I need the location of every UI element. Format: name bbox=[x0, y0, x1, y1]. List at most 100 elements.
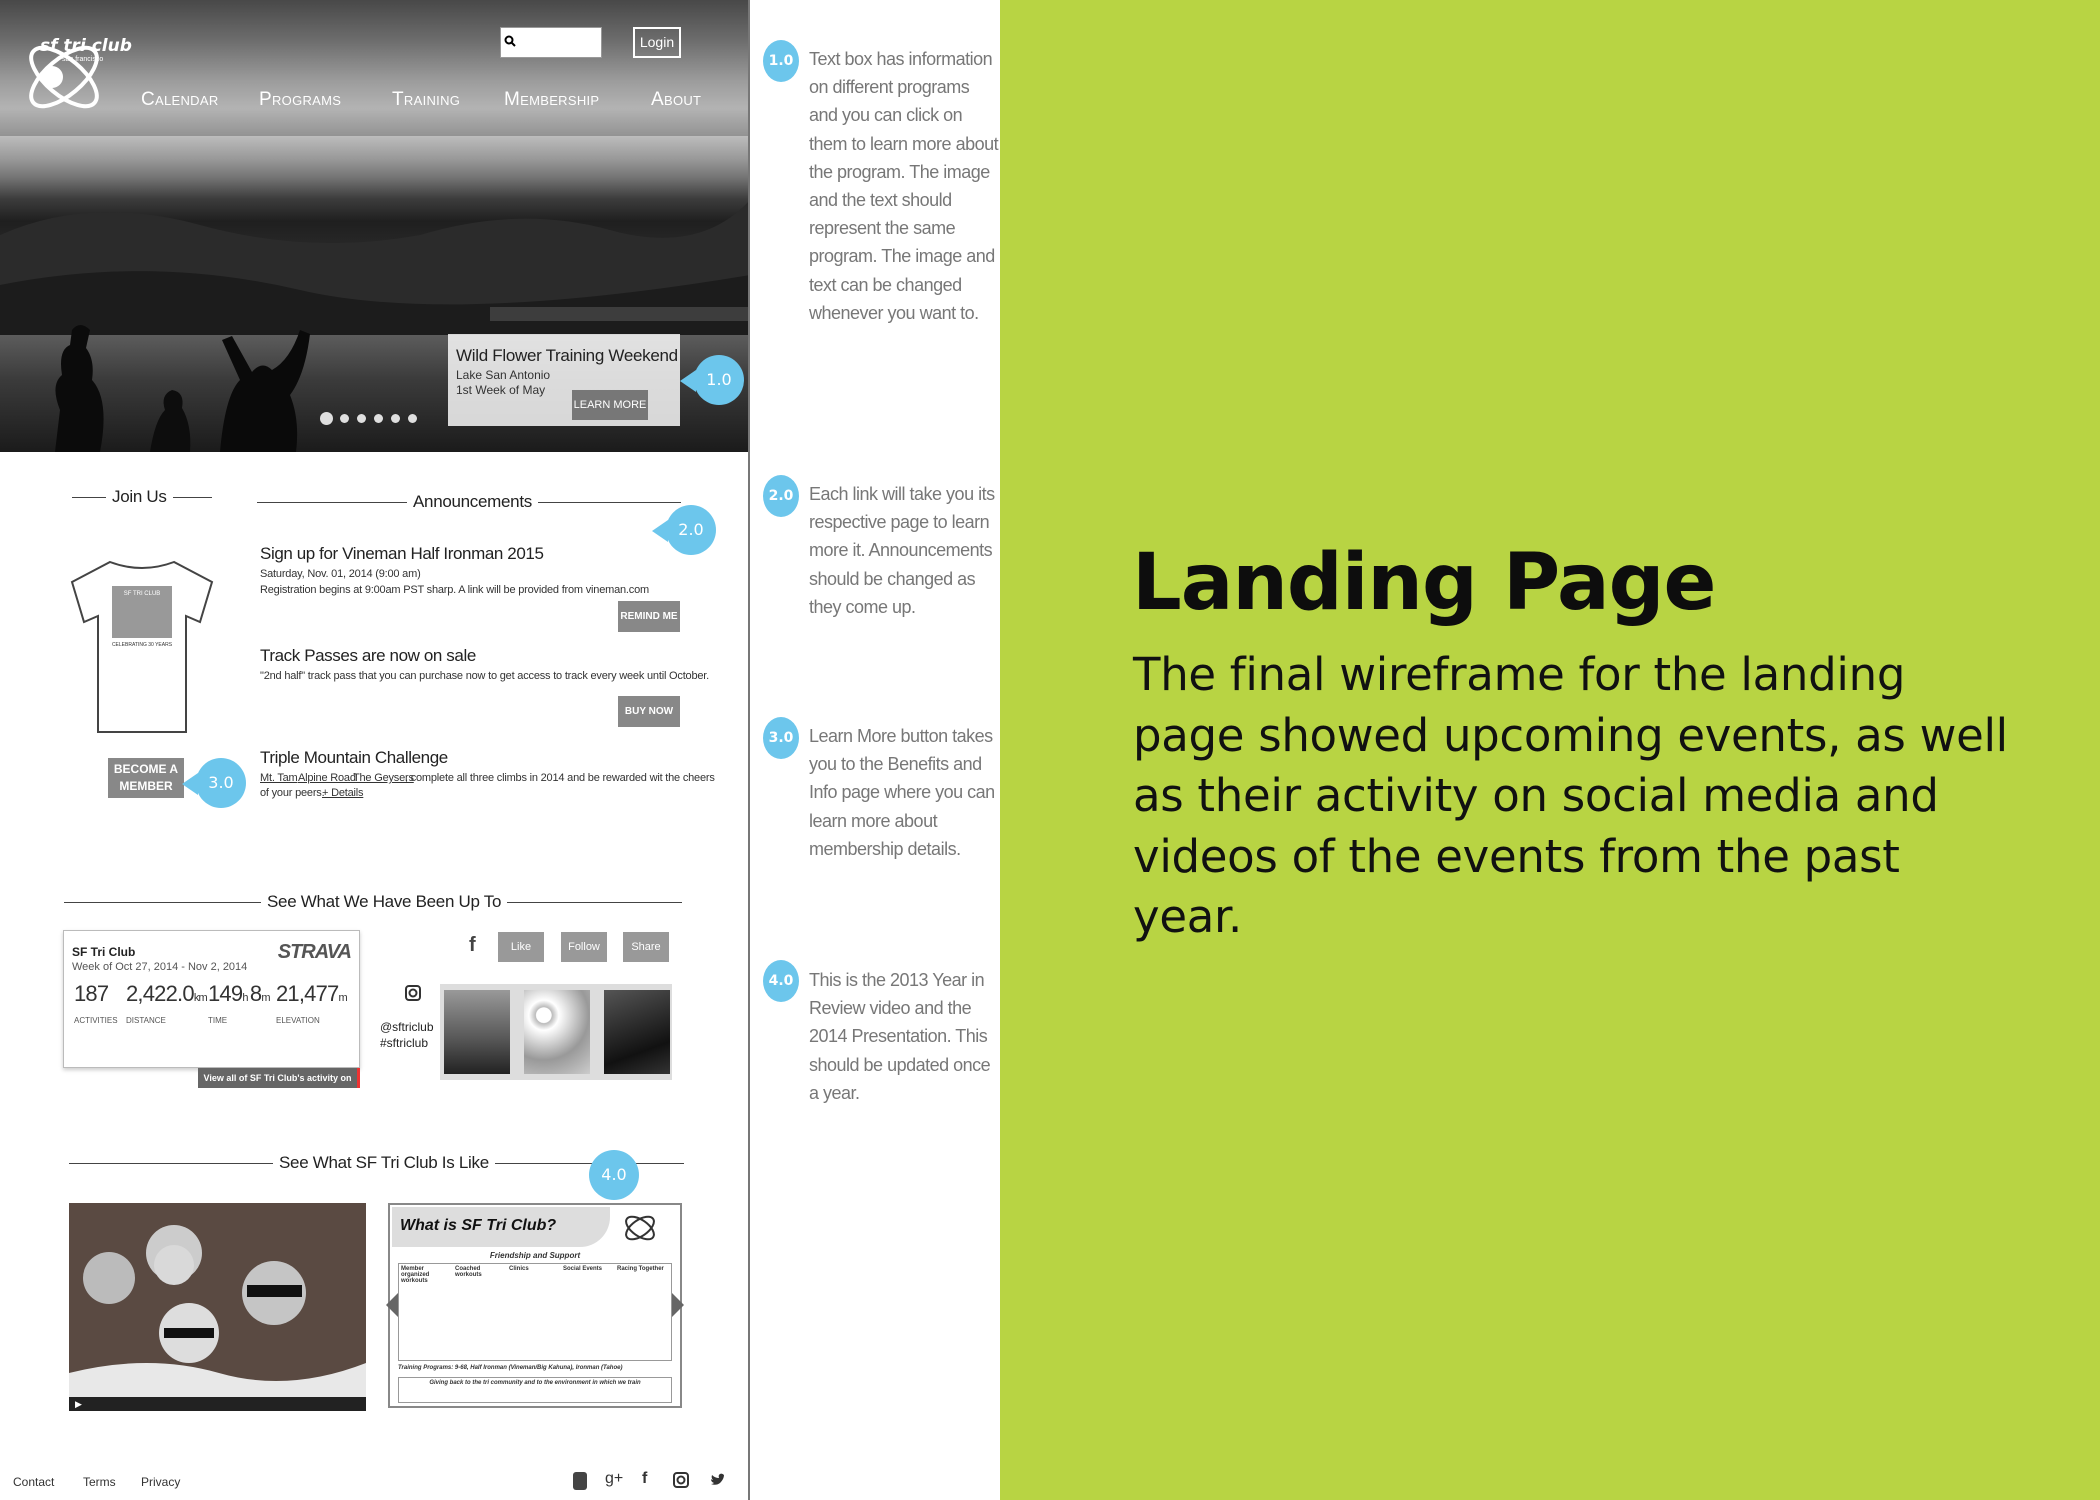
announcements-heading: Announcements bbox=[407, 492, 538, 512]
panel-title: Landing Page bbox=[1132, 538, 1716, 628]
note-badge: 3.0 bbox=[763, 717, 799, 759]
note-text: This is the 2013 Year in Review video an… bbox=[809, 970, 991, 1103]
facebook-icon: f bbox=[469, 934, 476, 956]
nav-programs[interactable]: Programs bbox=[259, 89, 341, 111]
search-input[interactable] bbox=[500, 27, 602, 58]
instagram-icon bbox=[405, 985, 421, 1001]
callout-3: 3.0 bbox=[182, 758, 246, 810]
strava-distance: 2,422.0 bbox=[126, 981, 195, 1006]
announcement-title[interactable]: Track Passes are now on sale bbox=[260, 646, 476, 666]
twitter-icon[interactable] bbox=[710, 1473, 726, 1487]
next-slide-icon[interactable] bbox=[672, 1293, 684, 1317]
carousel-dot-2[interactable] bbox=[340, 414, 349, 423]
footer-terms-link[interactable]: Terms bbox=[83, 1475, 116, 1489]
instagram-photo[interactable] bbox=[604, 990, 670, 1074]
strava-icon[interactable] bbox=[573, 1472, 587, 1490]
strava-widget[interactable]: SF Tri Club Week of Oct 27, 2014 - Nov 2… bbox=[63, 930, 360, 1068]
facebook-share-button[interactable]: Share bbox=[623, 932, 669, 962]
presentation-column: Member organized workouts bbox=[401, 1266, 430, 1284]
buy-now-button[interactable]: BUY NOW bbox=[618, 696, 680, 727]
strava-label: DISTANCE bbox=[126, 1016, 166, 1025]
announcement-title[interactable]: Triple Mountain Challenge bbox=[260, 748, 448, 768]
announcement-date: Saturday, Nov. 01, 2014 (9:00 am) bbox=[260, 568, 421, 580]
announcement-text: Registration begins at 9:00am PST sharp.… bbox=[260, 584, 649, 596]
link-mt-tam[interactable]: Mt. Tam bbox=[260, 772, 298, 784]
link-alpine-road[interactable]: Alpine Road bbox=[298, 772, 356, 784]
hero-carousel[interactable]: sf tri club san francisco Login Calendar… bbox=[0, 0, 748, 452]
instagram-icon[interactable] bbox=[673, 1472, 689, 1488]
video-player[interactable]: ▶ bbox=[69, 1203, 366, 1411]
presentation-title: What is SF Tri Club? bbox=[400, 1217, 557, 1234]
video-thumbnail bbox=[69, 1203, 366, 1411]
play-icon[interactable]: ▶ bbox=[75, 1399, 82, 1410]
nav-membership[interactable]: Membership bbox=[504, 89, 599, 111]
instagram-handle[interactable]: @sftriclub bbox=[380, 1020, 434, 1034]
strava-elevation: 21,477 bbox=[276, 981, 339, 1006]
note-text: Each link will take you its respective p… bbox=[809, 484, 995, 617]
login-button[interactable]: Login bbox=[633, 27, 681, 58]
strava-time-hours: 149 bbox=[208, 981, 243, 1006]
callout-2: 2.0 bbox=[652, 505, 716, 557]
strava-club: SF Tri Club bbox=[72, 945, 136, 959]
search-icon bbox=[504, 35, 516, 47]
facebook-follow-button[interactable]: Follow bbox=[561, 932, 607, 962]
strava-time-minutes: 8 bbox=[249, 981, 262, 1006]
strava-week: Week of Oct 27, 2014 - Nov 2, 2014 bbox=[72, 961, 248, 973]
instagram-photo[interactable] bbox=[524, 990, 590, 1074]
remind-me-button[interactable]: REMIND ME bbox=[618, 601, 680, 632]
note-badge: 2.0 bbox=[763, 475, 799, 517]
note-text: Text box has information on different pr… bbox=[809, 49, 999, 323]
program-title: Wild Flower Training Weekend bbox=[456, 346, 678, 365]
announcement-text: "2nd half" track pass that you can purch… bbox=[260, 670, 710, 682]
strava-activity-link[interactable]: View all of SF Tri Club's activity on St… bbox=[198, 1068, 360, 1103]
presentation-logo-icon bbox=[625, 1215, 655, 1241]
carousel-dot-1[interactable] bbox=[320, 412, 333, 425]
announcement-text: , complete all three climbs in 2014 and … bbox=[405, 772, 715, 784]
presentation-giving: Giving back to the tri community and to … bbox=[398, 1377, 672, 1403]
logo-text: sf tri club bbox=[40, 36, 132, 56]
facebook-icon[interactable]: f bbox=[642, 1470, 647, 1488]
instagram-tag[interactable]: #sftriclub bbox=[380, 1036, 428, 1050]
tshirt-image: SF TRI CLUB CELEBRATING 30 YEARS bbox=[70, 560, 214, 733]
prev-slide-icon[interactable] bbox=[386, 1293, 398, 1317]
facebook-like-button[interactable]: Like bbox=[498, 932, 544, 962]
nav-about[interactable]: About bbox=[651, 89, 701, 111]
callout-1: 1.0 bbox=[680, 355, 744, 407]
svg-text:CELEBRATING 30 YEARS: CELEBRATING 30 YEARS bbox=[112, 642, 173, 648]
wireframe-page: sf tri club san francisco Login Calendar… bbox=[0, 0, 750, 1500]
video-controls[interactable]: ▶ bbox=[69, 1397, 366, 1411]
carousel-dot-4[interactable] bbox=[374, 414, 383, 423]
nav-training[interactable]: Training bbox=[392, 89, 460, 111]
announcement-title[interactable]: Sign up for Vineman Half Ironman 2015 bbox=[260, 544, 544, 564]
presentation-subtitle: Friendship and Support bbox=[489, 1251, 581, 1260]
carousel-dot-3[interactable] bbox=[357, 414, 366, 423]
social-heading: See What We Have Been Up To bbox=[261, 892, 508, 912]
strava-label: ACTIVITIES bbox=[74, 1016, 118, 1025]
presentation-header: What is SF Tri Club? bbox=[392, 1207, 610, 1247]
footer-privacy-link[interactable]: Privacy bbox=[141, 1475, 180, 1489]
carousel-dot-6[interactable] bbox=[408, 414, 417, 423]
footer-contact-link[interactable]: Contact bbox=[13, 1475, 54, 1489]
become-member-button[interactable]: BECOME A MEMBER bbox=[108, 758, 184, 798]
strava-label: TIME bbox=[208, 1016, 228, 1025]
note-text: Learn More button takes you to the Benef… bbox=[809, 726, 995, 859]
slide: sf tri club san francisco Login Calendar… bbox=[0, 0, 2100, 1500]
presentation-column: Coached workouts bbox=[455, 1266, 482, 1278]
presentation-column: Social Events bbox=[563, 1266, 603, 1272]
become-member-label-2: MEMBER bbox=[119, 779, 173, 793]
svg-text:SF TRI CLUB: SF TRI CLUB bbox=[124, 591, 161, 597]
swimmers-silhouette bbox=[55, 325, 310, 452]
instagram-photo[interactable] bbox=[444, 990, 510, 1074]
presentation-training: Training Programs: 9-68, Half Ironman (V… bbox=[398, 1365, 623, 1371]
strava-elevation-unit: m bbox=[338, 992, 348, 1004]
details-link[interactable]: + Details bbox=[322, 787, 364, 799]
join-us-heading: Join Us bbox=[106, 487, 173, 507]
strava-activities: 187 bbox=[74, 981, 109, 1006]
nav-calendar[interactable]: Calendar bbox=[141, 89, 219, 111]
program-location: Lake San Antonio bbox=[456, 368, 551, 382]
strava-logo: STRAVA bbox=[277, 941, 352, 963]
presentation-viewer[interactable]: What is SF Tri Club? Friendship and Supp… bbox=[386, 1203, 684, 1408]
google-plus-icon[interactable]: g+ bbox=[605, 1470, 623, 1488]
carousel-dot-5[interactable] bbox=[391, 414, 400, 423]
learn-more-button[interactable]: LEARN MORE bbox=[572, 390, 648, 420]
